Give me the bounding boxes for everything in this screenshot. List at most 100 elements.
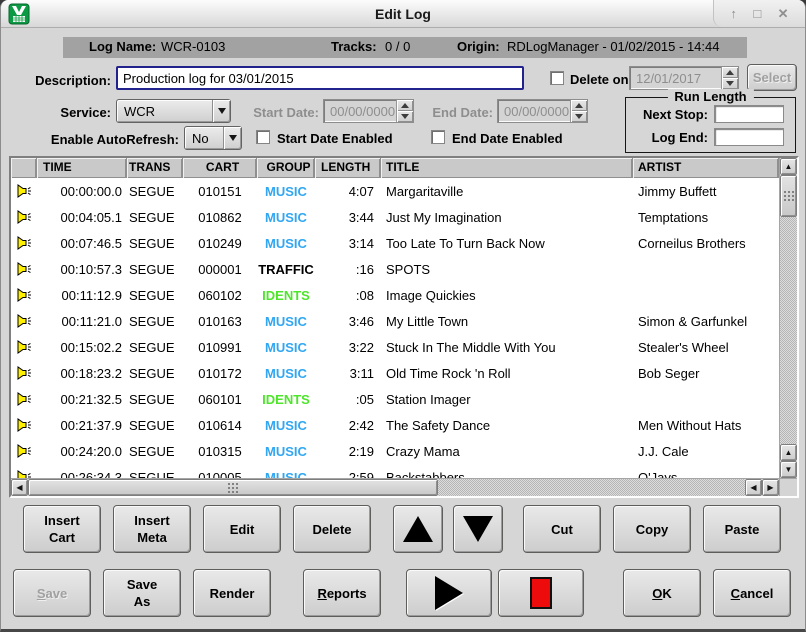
delete-date-value: 12/01/2017 [630,67,721,89]
start-date-enabled-label: Start Date Enabled [277,131,393,146]
copy-button[interactable]: Copy [613,505,691,553]
table-row[interactable]: 00:11:12.9SEGUE060102IDENTS:08Image Quic… [11,282,779,308]
end-date-enabled-label: End Date Enabled [452,131,563,146]
group-cell: MUSIC [257,418,315,433]
title-cell: Backstabbers [381,470,633,479]
autorefresh-combobox[interactable]: No [184,126,242,150]
table-row[interactable]: 00:26:34.3SEGUE010005MUSIC2:59Backstabbe… [11,464,779,478]
trans-cell: SEGUE [127,288,183,303]
cart-cell: 010172 [183,366,257,381]
vertical-scrollbar-track[interactable] [780,217,797,444]
end-date-enabled-checkbox[interactable] [431,130,445,144]
cart-cell: 000001 [183,262,257,277]
log-name-value: WCR-0103 [161,39,225,54]
column-header-trans[interactable]: TRANS [127,158,183,178]
table-row[interactable]: 00:10:57.3SEGUE000001TRAFFIC:16SPOTS [11,256,779,282]
window-controls: ↑ □ ✕ [713,0,805,27]
horizontal-scrollbar-thumb[interactable] [28,479,438,496]
time-cell: 00:15:02.2 [37,340,127,355]
cart-cell: 010249 [183,236,257,251]
spin-down-icon [722,78,738,89]
scroll-left-icon[interactable]: ◀ [11,479,28,496]
vertical-scrollbar-thumb[interactable] [780,175,797,217]
length-cell: :05 [315,392,381,407]
delete-on-checkbox[interactable] [550,71,564,85]
ok-button[interactable]: OK [623,569,701,617]
scroll-left-icon[interactable]: ◀ [745,479,762,496]
delete-on-label: Delete on [570,72,629,87]
title-cell: Image Quickies [381,288,633,303]
table-row[interactable]: 00:18:23.2SEGUE010172MUSIC3:11Old Time R… [11,360,779,386]
select-date-button: Select [747,64,797,91]
cart-cell: 010991 [183,340,257,355]
up-arrow-icon [403,516,433,542]
vertical-scrollbar[interactable]: ▲ ▲ ▼ [779,158,797,478]
cut-button[interactable]: Cut [523,505,601,553]
column-header-artist[interactable]: ARTIST [633,158,779,178]
stop-button[interactable] [498,569,584,617]
column-header-title[interactable]: TITLE [381,158,633,178]
title-bar[interactable]: Edit Log ↑ □ ✕ [1,0,805,28]
length-cell: 2:19 [315,444,381,459]
play-button[interactable] [406,569,492,617]
column-header-icon[interactable] [11,158,37,178]
cart-cell: 010005 [183,470,257,479]
trans-cell: SEGUE [127,470,183,479]
scroll-down-icon[interactable]: ▼ [780,461,797,478]
group-cell: MUSIC [257,314,315,329]
table-row[interactable]: 00:04:05.1SEGUE010862MUSIC3:44Just My Im… [11,204,779,230]
group-cell: MUSIC [257,470,315,479]
table-row[interactable]: 00:00:00.0SEGUE010151MUSIC4:07Margaritav… [11,178,779,204]
paste-button[interactable]: Paste [703,505,781,553]
scroll-up-icon[interactable]: ▲ [780,158,797,175]
insert-cart-button[interactable]: Insert Cart [23,505,101,553]
table-row[interactable]: 00:21:37.9SEGUE010614MUSIC2:42The Safety… [11,412,779,438]
trans-cell: SEGUE [127,262,183,277]
insert-meta-button[interactable]: Insert Meta [113,505,191,553]
column-header-group[interactable]: GROUP [257,158,315,178]
tracks-value: 0 / 0 [385,39,410,54]
time-cell: 00:04:05.1 [37,210,127,225]
delete-date-spinbox: 12/01/2017 [629,66,739,90]
horizontal-scrollbar-track[interactable] [438,479,745,496]
delete-button[interactable]: Delete [293,505,371,553]
title-cell: Margaritaville [381,184,633,199]
run-length-title: Run Length [667,89,753,104]
artist-cell: Stealer's Wheel [633,340,779,355]
log-info-bar: Log Name: WCR-0103 Tracks: 0 / 0 Origin:… [63,37,747,58]
reports-button[interactable]: Reports [303,569,381,617]
table-row[interactable]: 00:15:02.2SEGUE010991MUSIC3:22Stuck In T… [11,334,779,360]
trans-cell: SEGUE [127,314,183,329]
move-down-button[interactable] [453,505,503,553]
edit-button[interactable]: Edit [203,505,281,553]
move-up-button[interactable] [393,505,443,553]
description-input[interactable] [116,66,524,90]
save-as-button[interactable]: Save As [103,569,181,617]
render-button[interactable]: Render [193,569,271,617]
table-row[interactable]: 00:24:20.0SEGUE010315MUSIC2:19Crazy Mama… [11,438,779,464]
cancel-button[interactable]: Cancel [713,569,791,617]
column-header-cart[interactable]: CART [183,158,257,178]
shade-icon[interactable]: ↑ [730,7,737,20]
artist-cell: Men Without Hats [633,418,779,433]
table-row[interactable]: 00:21:32.5SEGUE060101IDENTS:05Station Im… [11,386,779,412]
trans-cell: SEGUE [127,340,183,355]
title-cell: Too Late To Turn Back Now [381,236,633,251]
horizontal-scrollbar[interactable]: ◀ ◀ ▶ [11,478,779,496]
close-icon[interactable]: ✕ [778,7,789,20]
start-date-enabled-checkbox[interactable] [256,130,270,144]
table-row[interactable]: 00:07:46.5SEGUE010249MUSIC3:14Too Late T… [11,230,779,256]
time-cell: 00:24:20.0 [37,444,127,459]
table-row[interactable]: 00:11:21.0SEGUE010163MUSIC3:46My Little … [11,308,779,334]
play-icon [435,576,463,610]
column-header-time[interactable]: TIME [37,158,127,178]
length-cell: 2:42 [315,418,381,433]
column-header-length[interactable]: LENGTH [315,158,381,178]
end-date-spinbox: 00/00/0000 [497,99,588,123]
title-cell: SPOTS [381,262,633,277]
cart-cell: 010151 [183,184,257,199]
scroll-right-icon[interactable]: ▶ [762,479,779,496]
maximize-icon[interactable]: □ [753,7,761,20]
scroll-up-icon[interactable]: ▲ [780,444,797,461]
speaker-icon [11,443,37,459]
